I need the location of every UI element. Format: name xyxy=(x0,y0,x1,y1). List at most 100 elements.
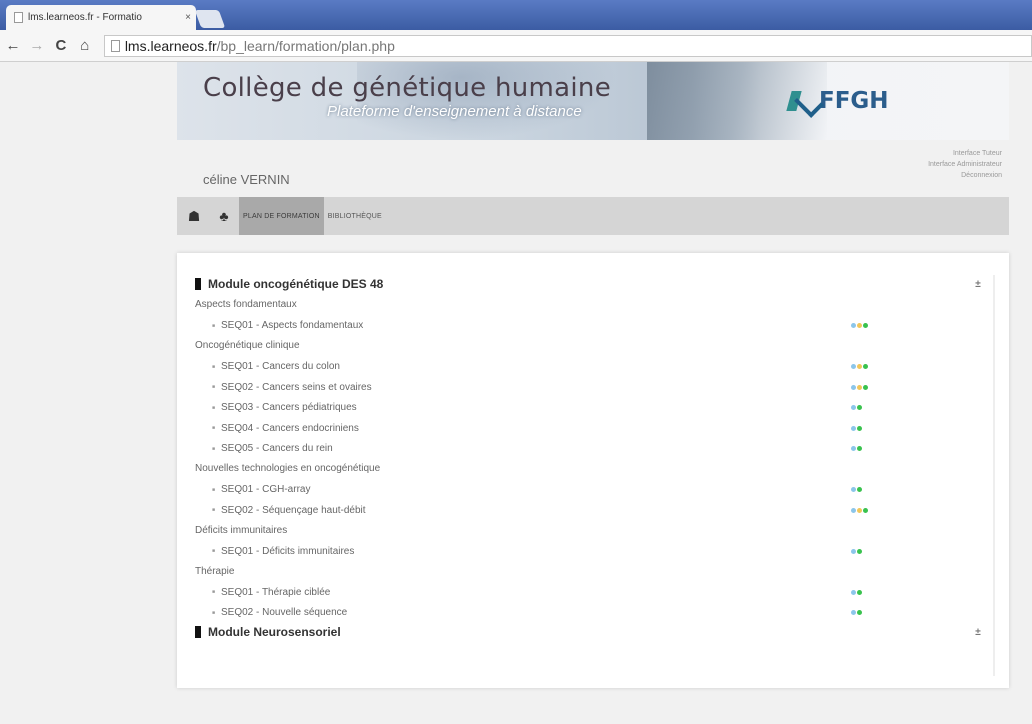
nav-bibliotheque[interactable]: BIBLIOTHÈQUE xyxy=(324,197,386,235)
bullet-icon: ■ xyxy=(211,507,215,514)
bullet-icon: ■ xyxy=(211,589,215,596)
forward-arrow-icon[interactable]: → xyxy=(26,35,48,57)
reload-icon[interactable]: C xyxy=(50,35,72,57)
status-dot-blue xyxy=(851,425,856,431)
status-dot-green xyxy=(857,405,862,411)
module-title[interactable]: Module oncogénétique DES 48 xyxy=(208,277,963,291)
status-dot-green xyxy=(857,487,862,493)
sequence-row[interactable]: ■ SEQ01 - Aspects fondamentaux xyxy=(195,316,993,337)
sequence-link[interactable]: SEQ01 - Thérapie ciblée xyxy=(221,587,851,598)
site-banner: Collège de génétique humaine Plateforme … xyxy=(177,62,1009,140)
graduation-cap-icon[interactable]: ♣ xyxy=(209,197,239,235)
status-dot-blue xyxy=(851,610,856,616)
page-icon xyxy=(14,12,23,23)
status-dot-blue xyxy=(851,364,856,370)
progress-dots xyxy=(851,323,868,329)
section-title: Oncogénétique clinique xyxy=(195,340,300,351)
progress-dots xyxy=(851,425,862,431)
content-panel: Module oncogénétique DES 48 ± Aspects fond… xyxy=(177,253,1009,688)
site-subtitle: Plateforme d'enseignement à distance xyxy=(327,103,582,120)
user-name: céline VERNIN xyxy=(203,172,290,187)
home-icon[interactable]: ☗ xyxy=(179,197,209,235)
module-title[interactable]: Module Neurosensoriel xyxy=(208,625,963,639)
sequence-link[interactable]: SEQ01 - CGH-array xyxy=(221,484,851,495)
section-title: Aspects fondamentaux xyxy=(195,299,297,310)
sequence-link[interactable]: SEQ02 - Nouvelle séquence xyxy=(221,607,851,618)
sequence-link[interactable]: SEQ05 - Cancers du rein xyxy=(221,443,851,454)
sequence-link[interactable]: SEQ01 - Déficits immunitaires xyxy=(221,546,851,557)
admin-links: Interface Tuteur Interface Administrateu… xyxy=(928,148,1002,181)
new-tab-button[interactable] xyxy=(194,10,226,28)
nav-plan-de-formation[interactable]: PLAN DE FORMATION xyxy=(239,197,324,235)
status-dot-green xyxy=(857,425,862,431)
close-icon[interactable]: × xyxy=(180,12,196,23)
status-dot-green xyxy=(863,364,868,370)
bullet-icon: ■ xyxy=(211,548,215,555)
sequence-row[interactable]: ■ SEQ02 - Cancers seins et ovaires xyxy=(195,377,993,398)
module-header[interactable]: Module Neurosensoriel ± xyxy=(195,623,993,641)
module-list: Module oncogénétique DES 48 ± Aspects fond… xyxy=(195,275,995,676)
main-navbar: ☗ ♣ PLAN DE FORMATION BIBLIOTHÈQUE xyxy=(177,197,1009,235)
status-dot-green xyxy=(857,589,862,595)
progress-dots xyxy=(851,446,862,452)
browser-toolbar: ← → C ⌂ lms.learneos.fr/bp_learn/formati… xyxy=(0,30,1032,62)
status-dot-green xyxy=(857,548,862,554)
back-arrow-icon[interactable]: ← xyxy=(2,35,24,57)
status-dot-yellow xyxy=(857,364,862,370)
sequence-row[interactable]: ■ SEQ03 - Cancers pédiatriques xyxy=(195,398,993,419)
site-title: Collège de génétique humaine xyxy=(203,73,611,103)
sequence-row[interactable]: ■ SEQ02 - Nouvelle séquence xyxy=(195,603,993,624)
status-dot-blue xyxy=(851,323,856,329)
browser-tab-bar: lms.learneos.fr - Formatio × xyxy=(0,0,1032,30)
sequence-link[interactable]: SEQ01 - Cancers du colon xyxy=(221,361,851,372)
status-dot-blue xyxy=(851,446,856,452)
home-icon[interactable]: ⌂ xyxy=(74,35,96,57)
sequence-link[interactable]: SEQ04 - Cancers endocriniens xyxy=(221,423,851,434)
tutor-interface-link[interactable]: Interface Tuteur xyxy=(928,148,1002,159)
logo-text: FFGH xyxy=(819,88,889,114)
bullet-icon: ■ xyxy=(211,404,215,411)
tab-title: lms.learneos.fr - Formatio xyxy=(28,12,142,23)
bullet-icon: ■ xyxy=(211,363,215,370)
expand-toggle-icon[interactable]: ± xyxy=(963,627,993,638)
progress-dots xyxy=(851,610,862,616)
sequence-row[interactable]: ■ SEQ01 - CGH-array xyxy=(195,480,993,501)
sequence-row[interactable]: ■ SEQ01 - Déficits immunitaires xyxy=(195,541,993,562)
status-dot-green xyxy=(857,610,862,616)
status-dot-green xyxy=(863,507,868,513)
status-dot-green xyxy=(863,384,868,390)
sequence-row[interactable]: ■ SEQ01 - Cancers du colon xyxy=(195,357,993,378)
progress-dots xyxy=(851,548,862,554)
book-icon xyxy=(195,278,201,290)
progress-dots xyxy=(851,364,868,370)
sequence-link[interactable]: SEQ02 - Séquençage haut-débit xyxy=(221,505,851,516)
status-dot-blue xyxy=(851,487,856,493)
section-title: Thérapie xyxy=(195,565,235,577)
sequence-link[interactable]: SEQ02 - Cancers seins et ovaires xyxy=(221,382,851,393)
bullet-icon: ■ xyxy=(211,384,215,391)
status-dot-blue xyxy=(851,548,856,554)
expand-toggle-icon[interactable]: ± xyxy=(963,279,993,290)
status-dot-green xyxy=(863,323,868,329)
sequence-row[interactable]: ■ SEQ04 - Cancers endocriniens xyxy=(195,418,993,439)
bullet-icon: ■ xyxy=(211,609,215,616)
module-header[interactable]: Module oncogénétique DES 48 ± xyxy=(195,275,993,293)
ffgh-logo[interactable]: FFGH xyxy=(787,88,889,114)
progress-dots xyxy=(851,405,862,411)
sequence-row[interactable]: ■ SEQ01 - Thérapie ciblée xyxy=(195,582,993,603)
logout-link[interactable]: Déconnexion xyxy=(928,170,1002,181)
bullet-icon: ■ xyxy=(211,445,215,452)
progress-dots xyxy=(851,384,868,390)
address-bar[interactable]: lms.learneos.fr/bp_learn/formation/plan.… xyxy=(103,34,1032,57)
sequence-row[interactable]: ■ SEQ05 - Cancers du rein xyxy=(195,439,993,460)
status-dot-blue xyxy=(851,507,856,513)
sequence-link[interactable]: SEQ03 - Cancers pédiatriques xyxy=(221,402,851,413)
browser-tab[interactable]: lms.learneos.fr - Formatio × xyxy=(6,5,196,30)
status-dot-blue xyxy=(851,589,856,595)
sequence-link[interactable]: SEQ01 - Aspects fondamentaux xyxy=(221,320,851,331)
admin-interface-link[interactable]: Interface Administrateur xyxy=(928,159,1002,170)
sequence-row[interactable]: ■ SEQ02 - Séquençage haut-débit xyxy=(195,500,993,521)
url-path: /bp_learn/formation/plan.php xyxy=(216,37,395,54)
status-dot-green xyxy=(857,446,862,452)
status-dot-blue xyxy=(851,384,856,390)
